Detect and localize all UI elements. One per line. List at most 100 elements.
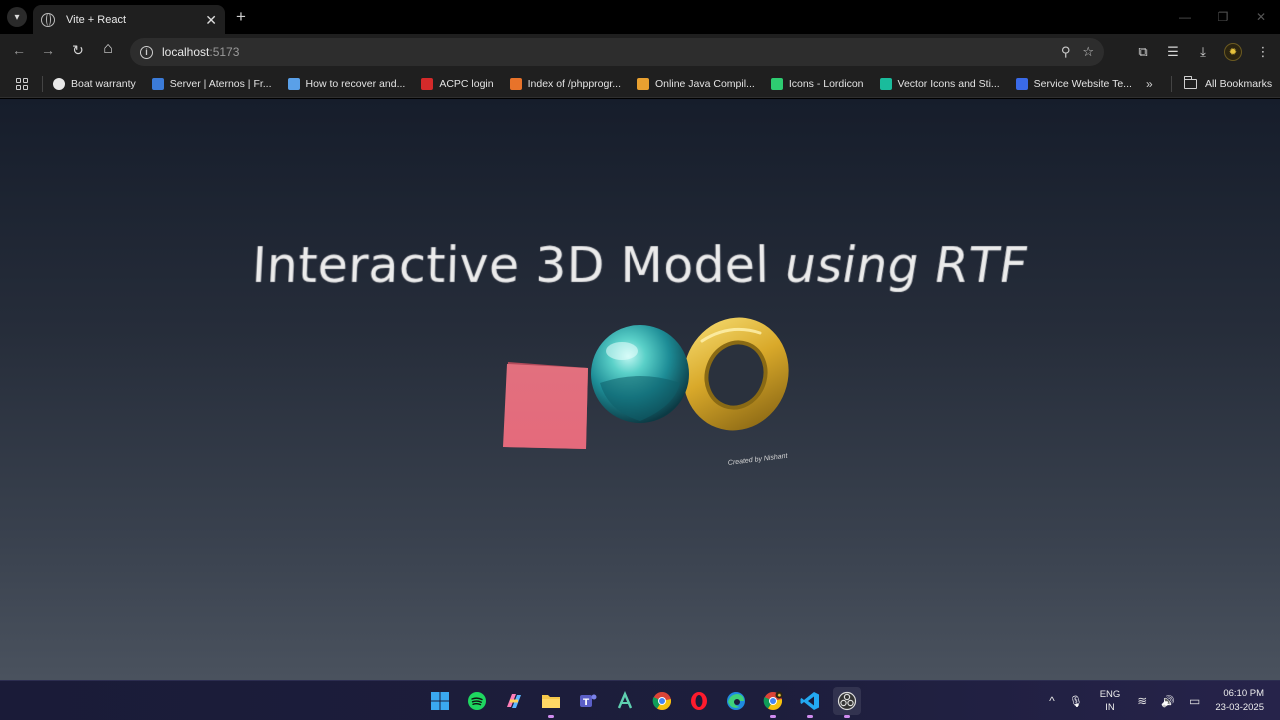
bookmark-label: Server | Aternos | Fr...: [169, 77, 272, 90]
bookmark-label: Icons - Lordicon: [788, 77, 864, 90]
system-tray: ^ 🎙 ENG IN ≋ 🔊 ▭ 06:10 PM 23-03-2025: [1042, 681, 1280, 720]
bookmark-favicon-icon: [770, 77, 783, 90]
page-viewport: Interactive 3D Model using RTF Created b…: [0, 99, 1280, 680]
page-title: Interactive 3D Model using RTF: [0, 237, 1280, 294]
title-italic: using RTF: [784, 237, 1030, 294]
bookmark-item[interactable]: Online Java Compil...: [637, 77, 755, 90]
window-controls: — ❐ ✕: [1166, 0, 1280, 34]
bookmark-label: Vector Icons and Sti...: [897, 77, 1000, 90]
language-region: IN: [1105, 702, 1115, 713]
arduino-ide-icon[interactable]: [611, 687, 639, 715]
bookmark-favicon-icon: [421, 77, 434, 90]
reload-button[interactable]: ↻: [68, 42, 88, 59]
edge-icon[interactable]: [722, 687, 750, 715]
folder-icon: [1184, 76, 1197, 89]
wifi-icon[interactable]: ≋: [1137, 694, 1147, 708]
chrome-profile-icon[interactable]: ✹: [759, 687, 787, 718]
bookmark-list: Boat warranty Server | Aternos | Fr... How…: [53, 77, 1148, 90]
downloads-icon[interactable]: ⤓: [1194, 44, 1212, 60]
running-indicator: [548, 715, 554, 718]
home-button[interactable]: ⌂: [98, 40, 118, 58]
copilot-icon[interactable]: [500, 687, 528, 715]
bookmark-label: Service Website Te...: [1033, 77, 1132, 90]
bookmark-item[interactable]: Vector Icons and Sti...: [879, 77, 1000, 90]
bookmark-label: How to recover and...: [305, 77, 406, 90]
clock[interactable]: 06:10 PM 23-03-2025: [1215, 687, 1264, 715]
globe-icon: [41, 12, 55, 27]
url-host: localhost: [162, 45, 210, 59]
all-bookmarks-button[interactable]: All Bookmarks: [1184, 70, 1272, 98]
file-explorer-icon[interactable]: [537, 687, 565, 718]
bookmark-favicon-icon: [151, 77, 164, 90]
address-bar[interactable]: i localhost:5173 ⚲ ☆: [130, 38, 1104, 66]
bookmark-item[interactable]: ACPC login: [421, 77, 494, 90]
bookmark-label: ACPC login: [439, 77, 494, 90]
bookmark-favicon-icon: [287, 77, 300, 90]
forward-button[interactable]: →: [38, 42, 58, 58]
zoom-icon[interactable]: ⚲: [1061, 44, 1071, 60]
media-controls-icon[interactable]: ☰: [1164, 44, 1182, 60]
spotify-icon[interactable]: [463, 687, 491, 715]
svg-text:T: T: [583, 698, 590, 708]
vscode-icon[interactable]: [796, 687, 824, 718]
title-regular: Interactive 3D Model: [250, 237, 770, 294]
bookmark-star-icon[interactable]: ☆: [1082, 44, 1094, 60]
battery-icon[interactable]: ▭: [1189, 694, 1200, 708]
browser-toolbar: ← → ↻ ⌂ i localhost:5173 ⚲ ☆ ⧉ ☰ ⤓ ✹ ⋮: [0, 34, 1280, 70]
close-window-button[interactable]: ✕: [1242, 0, 1280, 34]
bookmark-favicon-icon: [1015, 77, 1028, 90]
teams-icon[interactable]: T: [574, 687, 602, 715]
bookmark-item[interactable]: How to recover and...: [287, 77, 406, 90]
windows-start-icon[interactable]: [426, 687, 454, 715]
tab-vite-react[interactable]: Vite + React ✕: [33, 5, 225, 34]
bookmark-favicon-icon: [53, 77, 65, 90]
extensions-icon[interactable]: ⧉: [1134, 44, 1152, 60]
all-bookmarks-label: All Bookmarks: [1205, 78, 1273, 90]
bookmark-item[interactable]: Index of /phpprogr...: [509, 77, 622, 90]
maximize-button[interactable]: ❐: [1204, 0, 1242, 34]
volume-icon[interactable]: 🔊: [1161, 695, 1175, 708]
site-info-icon[interactable]: i: [140, 45, 153, 59]
tab-search-icon[interactable]: ▾: [7, 7, 27, 27]
bookmarks-divider: [42, 75, 43, 92]
profile-avatar-icon[interactable]: ✹: [1224, 43, 1242, 61]
tab-close-icon[interactable]: ✕: [205, 13, 217, 27]
bookmarks-divider-right: [1171, 76, 1172, 92]
back-button[interactable]: ←: [9, 42, 29, 58]
bookmark-favicon-icon: [637, 77, 650, 90]
cube-mesh[interactable]: [503, 362, 588, 449]
new-tab-button[interactable]: +: [236, 7, 246, 27]
windows-taskbar: T ✹ ^ 🎙 ENG IN ≋ 🔊 ▭ 06:10 PM 23-03-2025: [0, 680, 1280, 720]
bookmark-item[interactable]: Service Website Te...: [1015, 77, 1132, 90]
minimize-button[interactable]: —: [1166, 0, 1204, 34]
bookmark-label: Boat warranty: [71, 77, 136, 90]
bookmark-label: Index of /phpprogr...: [527, 77, 622, 90]
bookmark-item[interactable]: Server | Aternos | Fr...: [151, 77, 272, 90]
language-code: ENG: [1099, 689, 1121, 700]
url-text: localhost:5173: [162, 45, 239, 59]
bookmark-label: Online Java Compil...: [655, 77, 755, 90]
3d-canvas[interactable]: [490, 311, 810, 461]
clock-time: 06:10 PM: [1223, 688, 1264, 699]
running-indicator: [844, 715, 850, 718]
chrome-icon[interactable]: [648, 687, 676, 715]
tab-title: Vite + React: [66, 13, 127, 26]
browser-menu-icon[interactable]: ⋮: [1254, 44, 1272, 60]
running-indicator: [807, 715, 813, 718]
running-indicator: [770, 715, 776, 718]
bookmark-favicon-icon: [879, 77, 892, 90]
bookmark-item[interactable]: Icons - Lordicon: [770, 77, 864, 90]
bookmarks-bar: Boat warranty Server | Aternos | Fr... How…: [0, 70, 1280, 98]
more-bookmarks-button[interactable]: »: [1146, 77, 1153, 91]
opera-icon[interactable]: [685, 687, 713, 715]
obs-studio-icon[interactable]: [833, 687, 861, 718]
sphere-mesh[interactable]: [591, 325, 689, 423]
apps-grid-icon[interactable]: [16, 77, 28, 90]
svg-text:✹: ✹: [777, 693, 781, 699]
bookmark-item[interactable]: Boat warranty: [53, 77, 136, 90]
clock-date: 23-03-2025: [1215, 702, 1264, 713]
language-indicator[interactable]: ENG IN: [1100, 688, 1121, 714]
bookmark-favicon-icon: [509, 77, 522, 90]
microphone-icon[interactable]: 🎙: [1069, 695, 1083, 708]
show-hidden-icons-chevron-icon[interactable]: ^: [1049, 694, 1055, 708]
